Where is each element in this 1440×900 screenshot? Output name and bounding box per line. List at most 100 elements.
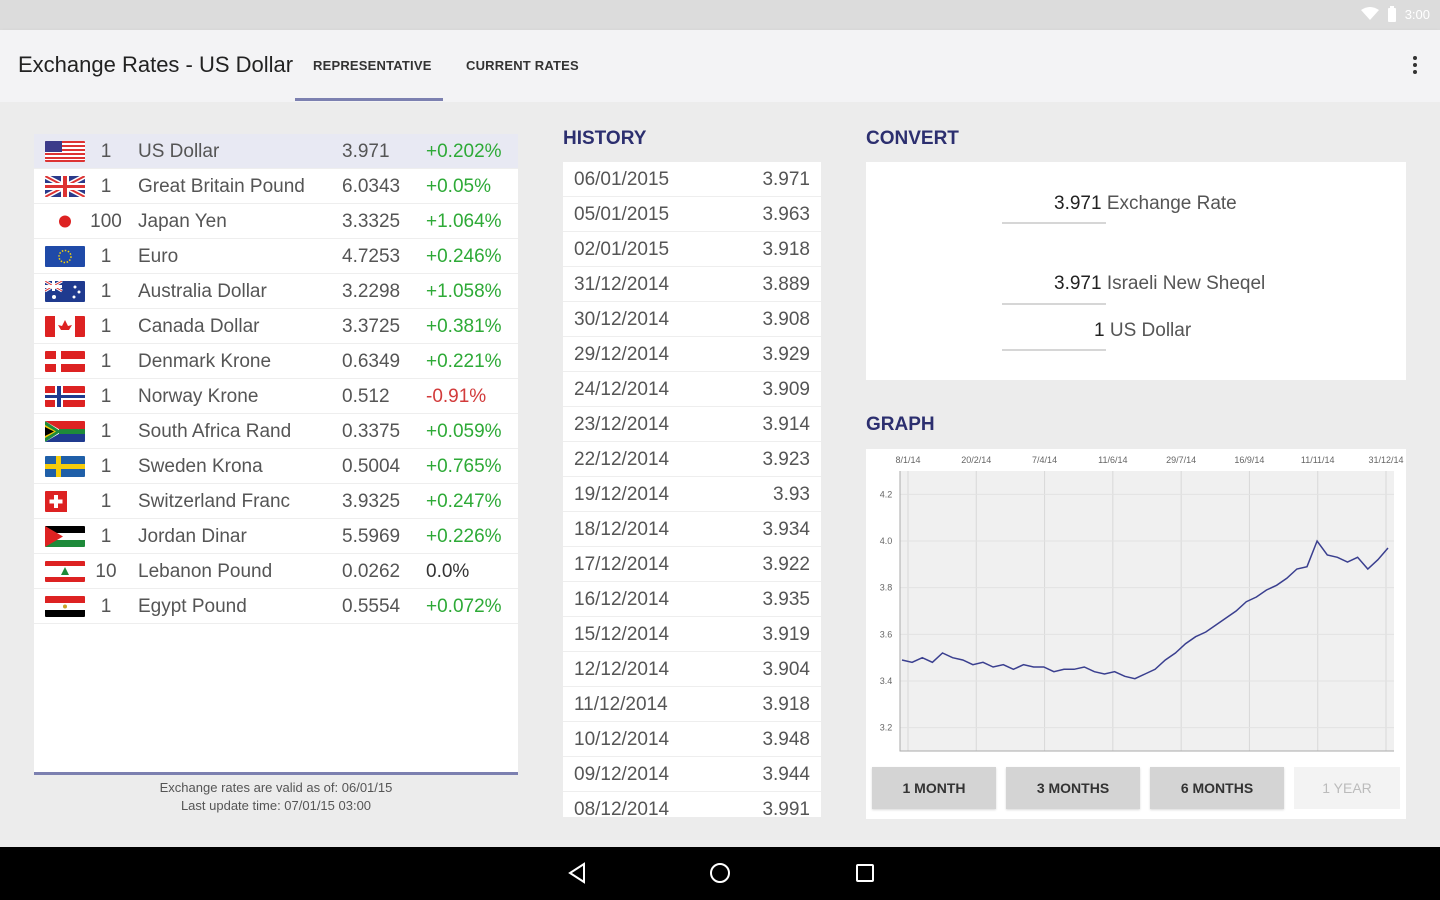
eu-flag-icon bbox=[45, 246, 85, 267]
history-date: 11/12/2014 bbox=[574, 694, 668, 715]
denmark-flag-icon bbox=[45, 351, 85, 372]
currency-row[interactable]: 1 Egypt Pound 0.5554 +0.072% bbox=[34, 589, 518, 624]
currency-row[interactable]: 1 Jordan Dinar 5.5969 +0.226% bbox=[34, 519, 518, 554]
history-row[interactable]: 19/12/2014 3.93 bbox=[563, 477, 821, 512]
status-bar: 3:00 bbox=[0, 0, 1440, 30]
currency-change: +0.246% bbox=[426, 246, 502, 267]
norway-flag-icon bbox=[45, 386, 85, 407]
history-row[interactable]: 30/12/2014 3.908 bbox=[563, 302, 821, 337]
currency-list: 1 US Dollar 3.971 +0.202% 1 Great Britain Pou… bbox=[34, 134, 518, 819]
currency-units: 10 bbox=[95, 561, 117, 582]
currency-rate: 4.7253 bbox=[342, 246, 401, 267]
chart-x-tick-label: 20/2/14 bbox=[961, 455, 991, 465]
history-row[interactable]: 09/12/2014 3.944 bbox=[563, 757, 821, 792]
history-row[interactable]: 18/12/2014 3.934 bbox=[563, 512, 821, 547]
currency-rate: 3.3725 bbox=[342, 316, 401, 337]
currency-row[interactable]: 1 Switzerland Franc 3.9325 +0.247% bbox=[34, 484, 518, 519]
history-value: 3.923 bbox=[762, 449, 810, 470]
chart-y-tick-label: 3.2 bbox=[880, 723, 893, 733]
currency-change: +0.381% bbox=[426, 316, 502, 337]
currency-row[interactable]: 1 Great Britain Pound 6.0343 +0.05% bbox=[34, 169, 518, 204]
exchange-rate-row: 3.971 Exchange Rate bbox=[1054, 193, 1237, 215]
history-row[interactable]: 24/12/2014 3.909 bbox=[563, 372, 821, 407]
sweden-flag-icon bbox=[45, 456, 85, 477]
tab-current-rates[interactable]: CURRENT RATES bbox=[466, 58, 579, 73]
history-value: 3.919 bbox=[762, 624, 810, 645]
history-date: 09/12/2014 bbox=[574, 764, 670, 785]
history-list[interactable]: 06/01/2015 3.971 05/01/2015 3.963 02/01/2015… bbox=[563, 162, 821, 817]
range-1-month-button[interactable]: 1 MONTH bbox=[872, 767, 996, 809]
currency-units: 1 bbox=[100, 596, 112, 617]
system-nav-bar bbox=[0, 847, 1440, 900]
history-row[interactable]: 22/12/2014 3.923 bbox=[563, 442, 821, 477]
recents-icon[interactable] bbox=[854, 861, 876, 885]
history-row[interactable]: 11/12/2014 3.918 bbox=[563, 687, 821, 722]
convert-title: CONVERT bbox=[866, 128, 959, 149]
range-6-months-button[interactable]: 6 MONTHS bbox=[1150, 767, 1284, 809]
history-row[interactable]: 23/12/2014 3.914 bbox=[563, 407, 821, 442]
history-row[interactable]: 29/12/2014 3.929 bbox=[563, 337, 821, 372]
history-date: 08/12/2014 bbox=[574, 799, 670, 817]
currency-name: Jordan Dinar bbox=[138, 526, 247, 547]
exchange-rate-value: 3.971 bbox=[1054, 193, 1102, 214]
history-value: 3.948 bbox=[762, 729, 810, 750]
main-content: 1 US Dollar 3.971 +0.202% 1 Great Britain Pou… bbox=[0, 102, 1440, 847]
history-row[interactable]: 02/01/2015 3.918 bbox=[563, 232, 821, 267]
history-row[interactable]: 08/12/2014 3.991 bbox=[563, 792, 821, 817]
exchange-rate-underline bbox=[1002, 222, 1106, 224]
history-row[interactable]: 17/12/2014 3.922 bbox=[563, 547, 821, 582]
battery-icon bbox=[1387, 6, 1396, 22]
usd-currency-label: US Dollar bbox=[1109, 320, 1192, 341]
currency-rate: 0.0262 bbox=[342, 561, 401, 582]
currency-name: US Dollar bbox=[138, 141, 220, 162]
chart-y-tick-label: 4.2 bbox=[880, 489, 893, 499]
history-row[interactable]: 06/01/2015 3.971 bbox=[563, 162, 821, 197]
history-value: 3.929 bbox=[762, 344, 810, 365]
currency-row[interactable]: 1 US Dollar 3.971 +0.202% bbox=[34, 134, 518, 169]
ils-amount-row[interactable]: 3.971 Israeli New Sheqel bbox=[1054, 273, 1265, 295]
overflow-menu-icon[interactable] bbox=[1412, 54, 1418, 78]
history-row[interactable]: 16/12/2014 3.935 bbox=[563, 582, 821, 617]
chart-y-tick-label: 3.8 bbox=[880, 583, 893, 593]
currency-row[interactable]: 1 Sweden Krona 0.5004 +0.765% bbox=[34, 449, 518, 484]
currency-row[interactable]: 1 Canada Dollar 3.3725 +0.381% bbox=[34, 309, 518, 344]
currency-row[interactable]: 1 South Africa Rand 0.3375 +0.059% bbox=[34, 414, 518, 449]
history-value: 3.934 bbox=[762, 519, 810, 540]
currency-row[interactable]: 1 Australia Dollar 3.2298 +1.058% bbox=[34, 274, 518, 309]
currency-name: South Africa Rand bbox=[138, 421, 292, 442]
history-date: 10/12/2014 bbox=[574, 729, 670, 750]
history-value: 3.922 bbox=[762, 554, 810, 575]
history-date: 06/01/2015 bbox=[574, 169, 670, 190]
currency-row[interactable]: 1 Euro 4.7253 +0.246% bbox=[34, 239, 518, 274]
history-date: 12/12/2014 bbox=[574, 659, 670, 680]
history-value: 3.971 bbox=[762, 169, 810, 190]
home-icon[interactable] bbox=[708, 861, 732, 885]
history-row[interactable]: 05/01/2015 3.963 bbox=[563, 197, 821, 232]
history-value: 3.904 bbox=[762, 659, 810, 680]
history-row[interactable]: 12/12/2014 3.904 bbox=[563, 652, 821, 687]
history-row[interactable]: 15/12/2014 3.919 bbox=[563, 617, 821, 652]
history-value: 3.889 bbox=[762, 274, 810, 295]
tab-representative[interactable]: REPRESENTATIVE bbox=[313, 58, 432, 73]
ils-amount-input[interactable]: 3.971 bbox=[1054, 273, 1102, 294]
currency-row[interactable]: 10 Lebanon Pound 0.0262 0.0% bbox=[34, 554, 518, 589]
usd-amount-row[interactable]: 1 US Dollar bbox=[1094, 320, 1191, 342]
history-row[interactable]: 10/12/2014 3.948 bbox=[563, 722, 821, 757]
exchange-rate-label: Exchange Rate bbox=[1106, 193, 1237, 214]
currency-change: 0.0% bbox=[426, 561, 470, 582]
currency-units: 1 bbox=[100, 386, 112, 407]
usd-amount-input[interactable]: 1 bbox=[1094, 320, 1105, 341]
status-time: 3:00 bbox=[1404, 6, 1430, 22]
history-row[interactable]: 31/12/2014 3.889 bbox=[563, 267, 821, 302]
currency-name: Denmark Krone bbox=[138, 351, 272, 372]
currency-row[interactable]: 1 Norway Krone 0.512 -0.91% bbox=[34, 379, 518, 414]
history-value: 3.918 bbox=[762, 239, 810, 260]
currency-row[interactable]: 100 Japan Yen 3.3325 +1.064% bbox=[34, 204, 518, 239]
currency-change: +0.221% bbox=[426, 351, 502, 372]
currency-row[interactable]: 1 Denmark Krone 0.6349 +0.221% bbox=[34, 344, 518, 379]
back-icon[interactable] bbox=[566, 861, 588, 885]
currency-units: 1 bbox=[100, 316, 112, 337]
history-value: 3.93 bbox=[773, 484, 810, 505]
currency-change: +0.226% bbox=[426, 526, 502, 547]
range-3-months-button[interactable]: 3 MONTHS bbox=[1006, 767, 1140, 809]
